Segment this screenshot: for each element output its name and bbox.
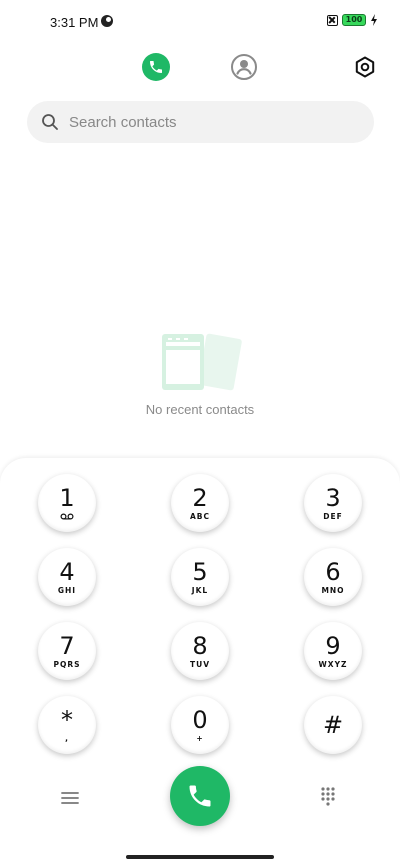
- key-digit: 3: [325, 483, 341, 512]
- voicemail-icon: [60, 513, 74, 520]
- person-icon: [231, 54, 257, 80]
- status-time: 3:31 PM: [50, 15, 99, 30]
- dialpad-key-5[interactable]: 5 JKL: [171, 548, 229, 606]
- tab-contacts[interactable]: [230, 53, 258, 81]
- search-input[interactable]: [69, 113, 329, 131]
- charging-bolt-icon: [371, 14, 377, 26]
- dialpad-key-7[interactable]: 7 PQRS: [38, 622, 96, 680]
- key-letters: PQRS: [53, 659, 81, 669]
- key-letters: DEF: [323, 511, 343, 521]
- search-bar[interactable]: [27, 101, 374, 143]
- dialpad-key-0[interactable]: 0 +: [171, 696, 229, 754]
- dialpad-key-1[interactable]: 1: [38, 474, 96, 532]
- key-digit: *: [61, 705, 73, 734]
- tab-phone[interactable]: [142, 53, 170, 81]
- key-digit: 9: [325, 631, 341, 660]
- key-digit: 0: [192, 705, 208, 734]
- menu-icon[interactable]: [60, 790, 80, 806]
- key-letters: JKL: [191, 585, 209, 595]
- key-letters: ,: [65, 733, 69, 743]
- empty-state: No recent contacts: [0, 330, 400, 417]
- notification-app-icon: [101, 15, 113, 27]
- phone-icon: [189, 785, 211, 807]
- key-letters: WXYZ: [318, 659, 348, 669]
- dialpad-key-6[interactable]: 6 MNO: [304, 548, 362, 606]
- dialpad-key-8[interactable]: 8 TUV: [171, 622, 229, 680]
- home-indicator[interactable]: [126, 855, 274, 859]
- key-letters: TUV: [189, 659, 210, 669]
- search-icon: [42, 114, 58, 130]
- top-tab-bar: [0, 52, 400, 84]
- dialpad-key-4[interactable]: 4 GHI: [38, 548, 96, 606]
- key-digit: 7: [59, 631, 75, 660]
- key-letters: GHI: [57, 585, 77, 595]
- phone-icon: [150, 61, 162, 73]
- empty-message: No recent contacts: [145, 402, 255, 417]
- status-bar: 3:31 PM 100: [0, 0, 400, 44]
- call-button[interactable]: [170, 766, 230, 826]
- key-digit: 5: [192, 557, 208, 586]
- dialpad-key-2[interactable]: 2 ABC: [171, 474, 229, 532]
- battery-icon: 100: [342, 14, 366, 26]
- dialer-bottom-bar: [0, 764, 400, 834]
- key-digit: 4: [59, 557, 75, 586]
- key-digit: 2: [192, 483, 208, 512]
- no-sim-icon: [327, 14, 338, 26]
- key-letters: MNO: [321, 585, 345, 595]
- key-digit: 6: [325, 557, 341, 586]
- dialpad-key-3[interactable]: 3 DEF: [304, 474, 362, 532]
- tab-settings[interactable]: [351, 53, 379, 81]
- status-indicators: 100: [327, 14, 378, 26]
- key-letters: +: [196, 733, 204, 743]
- key-digit: 1: [59, 484, 75, 512]
- dialpad-key-9[interactable]: 9 WXYZ: [304, 622, 362, 680]
- key-digit: 8: [192, 631, 208, 660]
- key-digit: #: [322, 711, 344, 739]
- recent-contacts-illustration: [162, 333, 242, 391]
- dialpad-key-star[interactable]: * ,: [38, 696, 96, 754]
- dialpad-icon[interactable]: [320, 786, 336, 806]
- key-letters: ABC: [189, 511, 211, 521]
- dialpad-key-hash[interactable]: #: [304, 696, 362, 754]
- hexagon-settings-icon: [355, 56, 375, 78]
